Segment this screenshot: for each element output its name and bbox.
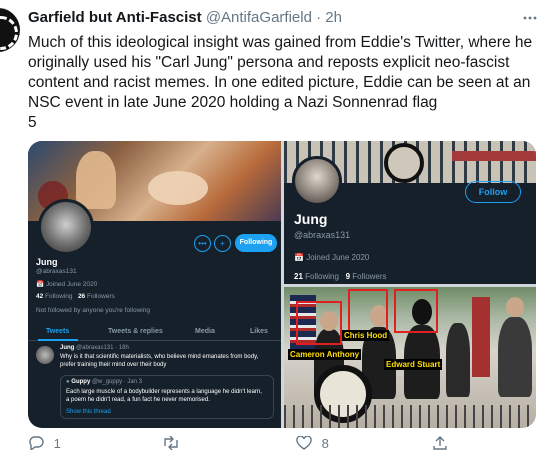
- tweet-actions: 1 8: [28, 435, 536, 451]
- quoted-avatar-icon: ●: [66, 379, 70, 385]
- profile-handle: @abraxas131: [36, 268, 77, 275]
- profile-handle-right: @abraxas131: [294, 230, 351, 240]
- quoted-meta: @w_guppy · Jan 3: [91, 379, 143, 385]
- joined-text-right: Joined June 2020: [306, 253, 370, 262]
- retweet-action[interactable]: [162, 435, 180, 451]
- following-button: Following: [235, 234, 277, 252]
- share-action[interactable]: [432, 436, 448, 451]
- profile-tabs: Tweets Tweets & replies Media Likes: [28, 324, 281, 341]
- followers-count: 26: [77, 293, 86, 300]
- embedded-meta: @abraxas131 · 18h: [76, 345, 129, 351]
- like-action[interactable]: 8: [296, 435, 329, 451]
- railing: [284, 405, 536, 428]
- separator-dot: ·: [316, 9, 322, 26]
- follow-button: Follow: [465, 181, 521, 203]
- embedded-tweet-header: Jung @abraxas131 · 18h: [60, 345, 129, 351]
- following-label-right: Following: [305, 272, 339, 281]
- handle[interactable]: @AntifaGarfield: [206, 9, 312, 26]
- thread-number: 5: [28, 114, 37, 131]
- red-flag: [472, 297, 490, 377]
- not-followed-note: Not followed by anyone you're following: [36, 307, 150, 314]
- joined-text: Joined June 2020: [45, 281, 98, 288]
- tab-media: Media: [195, 328, 215, 335]
- followers-label-right: Followers: [352, 272, 387, 281]
- more-horizontal-icon[interactable]: [523, 7, 537, 25]
- name-label: Edward Stuart: [384, 359, 443, 370]
- profile-avatar: [38, 199, 94, 255]
- following-count: 42: [36, 293, 44, 300]
- profile-name-right: Jung: [294, 211, 328, 227]
- followers-label: Followers: [86, 293, 115, 300]
- person: [446, 323, 470, 397]
- display-name[interactable]: Garfield but Anti-Fascist: [28, 9, 202, 26]
- notification-icon: +: [214, 235, 231, 252]
- quoted-text: Each large muscle of a bodybuilder repre…: [66, 389, 262, 403]
- timestamp[interactable]: 2h: [325, 9, 342, 26]
- tab-likes: Likes: [250, 328, 268, 335]
- name-label: Cameron Anthony: [288, 349, 362, 360]
- tweet-body: Much of this ideological insight was gai…: [28, 34, 533, 111]
- quoted-tweet: ● Guppy @w_guppy · Jan 3 Each large musc…: [60, 375, 274, 419]
- joined-date: 📅 Joined June 2020: [36, 281, 98, 288]
- follow-counts: 42 Following 26 Followers: [36, 293, 115, 300]
- highlight-box: [394, 289, 438, 333]
- banner-symbol: [384, 143, 424, 183]
- embedded-tweet: Jung @abraxas131 · 18h Why is it that sc…: [28, 341, 281, 428]
- media-grid[interactable]: ••• + Following Jung @abraxas131 📅 Joine…: [28, 141, 536, 428]
- followers-count-right: 9: [345, 272, 351, 281]
- profile-screenshot-right[interactable]: Follow Jung @abraxas131 📅 Joined June 20…: [284, 141, 536, 284]
- show-thread-link: Show this thread: [66, 409, 111, 415]
- follow-counts-right: 21 Following 9 Followers: [294, 272, 387, 281]
- quoted-name: Guppy: [71, 379, 91, 385]
- profile-avatar-right: [292, 156, 342, 206]
- account-avatar[interactable]: [0, 8, 20, 52]
- tweet-header: Garfield but Anti-Fascist @AntifaGarfiel…: [28, 9, 537, 29]
- highlight-box: [296, 301, 342, 345]
- reply-icon[interactable]: [28, 436, 44, 451]
- share-icon[interactable]: [432, 436, 448, 451]
- reply-count: 1: [53, 436, 61, 451]
- profile-screenshot-left[interactable]: ••• + Following Jung @abraxas131 📅 Joine…: [28, 141, 281, 428]
- banner-red-strip: [452, 151, 536, 161]
- reply-action[interactable]: 1: [28, 436, 61, 451]
- highlight-box: [348, 289, 388, 333]
- following-label: Following: [45, 293, 73, 300]
- retweet-icon[interactable]: [162, 435, 180, 451]
- embedded-name: Jung: [60, 345, 75, 351]
- event-photo[interactable]: Chris Hood Cameron Anthony Edward Stuart: [284, 287, 536, 428]
- person: [498, 317, 532, 397]
- name-label: Chris Hood: [342, 330, 390, 341]
- tab-tweets: Tweets: [46, 328, 70, 335]
- joined-date-right: 📅 Joined June 2020: [294, 253, 370, 262]
- embedded-avatar: [36, 346, 54, 364]
- tab-tweets-replies: Tweets & replies: [108, 328, 163, 335]
- person-head: [506, 297, 524, 317]
- more-circle-icon: •••: [194, 235, 211, 252]
- heart-icon[interactable]: [296, 435, 312, 451]
- quoted-header: ● Guppy @w_guppy · Jan 3: [66, 379, 142, 385]
- tweet-text: Much of this ideological insight was gai…: [28, 33, 542, 133]
- embedded-tweet-text: Why is it that scientific materialists, …: [60, 354, 259, 368]
- following-count-right: 21: [294, 272, 303, 281]
- like-count: 8: [321, 436, 329, 451]
- profile-name: Jung: [36, 257, 58, 267]
